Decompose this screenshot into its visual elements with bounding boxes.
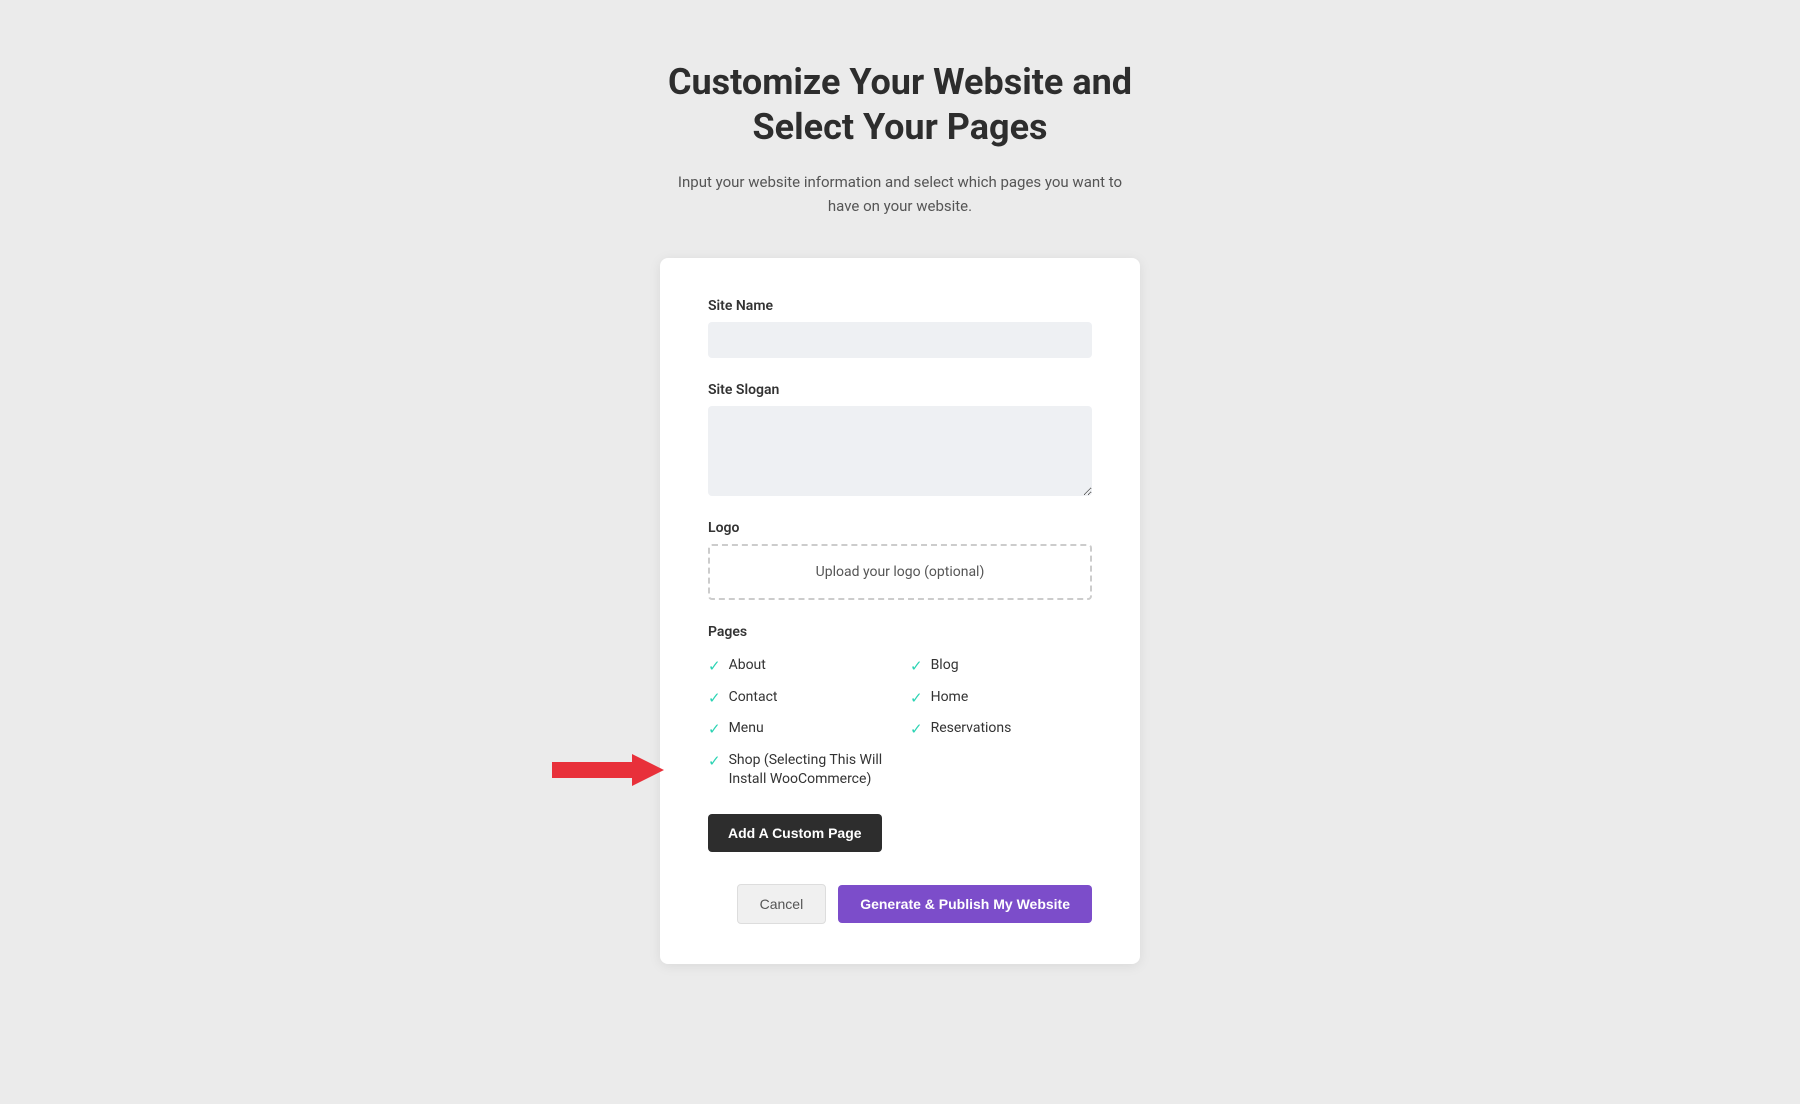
page-item-blog[interactable]: ✓ Blog (910, 656, 1092, 676)
page-label-blog: Blog (931, 656, 959, 676)
page-subtitle: Input your website information and selec… (670, 170, 1130, 218)
main-card: Site Name Site Slogan Logo Upload your l… (660, 258, 1140, 964)
page-label-menu: Menu (729, 719, 764, 739)
page-label-home: Home (931, 688, 969, 708)
red-arrow-indicator (538, 750, 678, 790)
check-icon-contact: ✓ (708, 689, 721, 707)
page-item-shop[interactable]: ✓ Shop (Selecting This Will Install WooC… (708, 751, 890, 790)
site-name-label: Site Name (708, 298, 1092, 314)
page-item-reservations[interactable]: ✓ Reservations (910, 719, 1092, 739)
cancel-button[interactable]: Cancel (737, 884, 827, 924)
check-icon-menu: ✓ (708, 720, 721, 738)
publish-button[interactable]: Generate & Publish My Website (838, 885, 1092, 923)
page-item-menu[interactable]: ✓ Menu (708, 719, 890, 739)
page-title: Customize Your Website and Select Your P… (668, 60, 1132, 150)
check-icon-reservations: ✓ (910, 720, 923, 738)
page-label-about: About (729, 656, 766, 676)
footer-actions: Cancel Generate & Publish My Website (708, 884, 1092, 924)
logo-label: Logo (708, 520, 1092, 536)
check-icon-home: ✓ (910, 689, 923, 707)
pages-grid: ✓ About ✓ Blog ✓ Contact ✓ Home ✓ Menu (708, 656, 1092, 790)
add-custom-page-button[interactable]: Add A Custom Page (708, 814, 882, 852)
logo-upload-area[interactable]: Upload your logo (optional) (708, 544, 1092, 600)
page-label-reservations: Reservations (931, 719, 1012, 739)
page-label-shop: Shop (Selecting This Will Install WooCom… (729, 751, 890, 790)
site-slogan-field: Site Slogan (708, 382, 1092, 496)
check-icon-blog: ✓ (910, 657, 923, 675)
check-icon-about: ✓ (708, 657, 721, 675)
pages-label: Pages (708, 624, 1092, 640)
logo-field: Logo Upload your logo (optional) (708, 520, 1092, 600)
page-item-home[interactable]: ✓ Home (910, 688, 1092, 708)
page-label-contact: Contact (729, 688, 778, 708)
site-name-field: Site Name (708, 298, 1092, 358)
page-item-about[interactable]: ✓ About (708, 656, 890, 676)
site-slogan-input[interactable] (708, 406, 1092, 496)
page-item-contact[interactable]: ✓ Contact (708, 688, 890, 708)
check-icon-shop: ✓ (708, 752, 721, 770)
pages-section: Pages ✓ About ✓ Blog ✓ Contact ✓ Home (708, 624, 1092, 884)
site-name-input[interactable] (708, 322, 1092, 358)
site-slogan-label: Site Slogan (708, 382, 1092, 398)
